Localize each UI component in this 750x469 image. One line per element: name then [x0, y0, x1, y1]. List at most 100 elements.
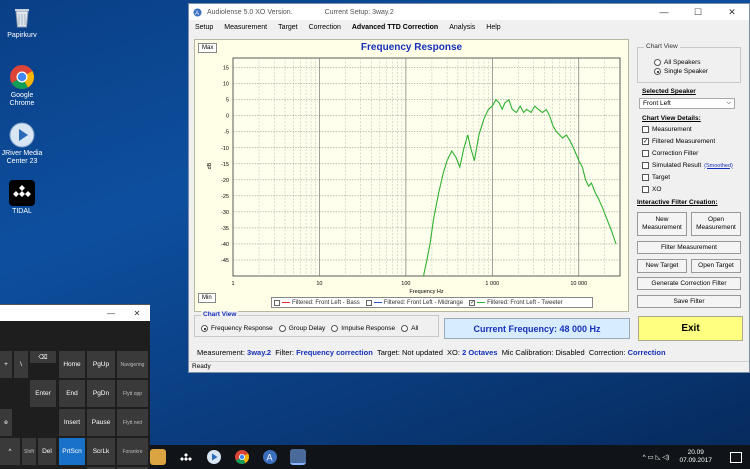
- menu-help[interactable]: Help: [486, 24, 500, 31]
- file-explorer-icon[interactable]: [150, 449, 166, 465]
- y-tick-label: -5: [224, 130, 229, 136]
- checkbox[interactable]: [642, 186, 649, 193]
- checkbox[interactable]: [642, 150, 649, 157]
- smoothed-link[interactable]: (Smoothed): [704, 163, 733, 169]
- osk-titlebar[interactable]: — ✕: [0, 305, 150, 321]
- key-dock[interactable]: Forankre: [117, 438, 148, 465]
- keyboard-taskbar-icon[interactable]: [290, 449, 306, 465]
- menu-setup[interactable]: Setup: [195, 24, 213, 31]
- chrome-taskbar-icon[interactable]: [234, 449, 250, 465]
- radio-frequency-response[interactable]: Frequency Response: [201, 325, 273, 332]
- legend-label-tweeter: Filtered: Front Left - Tweeter: [487, 299, 563, 306]
- check-xo[interactable]: XO: [642, 186, 661, 193]
- key-del[interactable]: Del: [38, 438, 56, 465]
- max-button[interactable]: Max: [198, 43, 218, 53]
- recycle-bin-icon: [9, 4, 35, 30]
- menu-measurement[interactable]: Measurement: [224, 24, 267, 31]
- key-up[interactable]: ^: [0, 438, 20, 465]
- window-titlebar[interactable]: A Audiolense 5.0 XO Version. Current Set…: [189, 4, 749, 20]
- current-frequency-display: Current Frequency: 48 000 Hz: [444, 318, 630, 339]
- status-filter: Frequency correction: [296, 348, 373, 357]
- open-target-button[interactable]: Open Target: [691, 259, 741, 273]
- desktop-icon-label: Papirkurv: [7, 32, 37, 39]
- radio-button[interactable]: [654, 59, 661, 66]
- key-pgdn[interactable]: PgDn: [87, 380, 115, 407]
- tray-icons[interactable]: ^ ▭ ◺ ◁): [643, 453, 670, 461]
- key-move-down[interactable]: Flytt ned: [117, 409, 148, 436]
- check-measurement[interactable]: Measurement: [642, 126, 692, 133]
- checkbox[interactable]: [642, 126, 649, 133]
- desktop-icon-jriver[interactable]: JRiver Media Center 23: [0, 122, 44, 166]
- generate-correction-filter-button[interactable]: Generate Correction Filter: [637, 277, 741, 290]
- key-pgup[interactable]: PgUp: [87, 351, 115, 378]
- radio-group-delay[interactable]: Group Delay: [278, 325, 325, 332]
- legend-checkbox-bass[interactable]: [274, 299, 280, 306]
- osk-close-button[interactable]: ✕: [124, 309, 150, 318]
- key-insert[interactable]: Insert: [59, 409, 85, 436]
- min-button[interactable]: Min: [198, 293, 216, 303]
- check-simulated-result[interactable]: Simulated Result (Smoothed): [642, 162, 733, 169]
- desktop-icon-tidal[interactable]: TIDAL: [0, 180, 44, 216]
- checkbox[interactable]: [642, 174, 649, 181]
- key-move-up[interactable]: Flytt opp: [117, 380, 148, 407]
- desktop-icon-chrome[interactable]: Google Chrome: [0, 64, 44, 108]
- new-measurement-button[interactable]: New Measurement: [637, 212, 687, 236]
- key-navigation[interactable]: Navigering: [117, 351, 148, 378]
- menu-analysis[interactable]: Analysis: [449, 24, 475, 31]
- key-end[interactable]: End: [59, 380, 85, 407]
- svg-text:A: A: [267, 453, 273, 463]
- radio-all-speakers[interactable]: All Speakers: [654, 59, 708, 66]
- new-target-button[interactable]: New Target: [637, 259, 687, 273]
- menu-advanced-ttd-correction[interactable]: Advanced TTD Correction: [352, 24, 438, 31]
- checkbox[interactable]: ✓: [642, 138, 649, 145]
- desktop-icon-label: TIDAL: [12, 208, 32, 215]
- radio-button[interactable]: [654, 68, 661, 75]
- legend-item-tweeter[interactable]: ✓ Filtered: Front Left - Tweeter: [469, 299, 563, 306]
- notification-icon[interactable]: [730, 451, 742, 463]
- radio-all[interactable]: All: [401, 325, 418, 332]
- jriver-taskbar-icon[interactable]: [206, 449, 222, 465]
- status-label: Correction:: [588, 348, 626, 357]
- maximize-button[interactable]: ☐: [681, 7, 715, 18]
- key-pause[interactable]: Pause: [87, 409, 115, 436]
- radio-button[interactable]: [331, 325, 339, 332]
- open-measurement-button[interactable]: Open Measurement: [691, 212, 741, 236]
- key-scrlk[interactable]: ScrLk: [87, 438, 115, 465]
- desktop-icon-recycle-bin[interactable]: Papirkurv: [0, 4, 44, 40]
- menu-target[interactable]: Target: [278, 24, 297, 31]
- legend-item-bass[interactable]: Filtered: Front Left - Bass: [274, 299, 360, 306]
- frequency-response-plot[interactable]: 15 10 5 0 -5 -10 -15 -20 -25 -30 -35 -40 -45 1 10 100 1 …: [195, 40, 628, 311]
- check-correction-filter[interactable]: Correction Filter: [642, 150, 698, 157]
- key-backslash[interactable]: \: [14, 351, 28, 378]
- key-e[interactable]: e: [0, 409, 12, 436]
- check-filtered-measurement[interactable]: ✓ Filtered Measurement: [642, 138, 715, 145]
- check-target[interactable]: Target: [642, 174, 670, 181]
- audiolense-taskbar-icon[interactable]: A: [262, 449, 278, 465]
- exit-button[interactable]: Exit: [638, 316, 743, 341]
- key-backspace[interactable]: ⌫: [30, 351, 56, 363]
- menu-correction[interactable]: Correction: [309, 24, 341, 31]
- radio-button[interactable]: [201, 325, 208, 332]
- radio-button[interactable]: [278, 325, 286, 332]
- filter-measurement-button[interactable]: Filter Measurement: [637, 241, 741, 254]
- legend-item-midrange[interactable]: Filtered: Front Left - Midrange: [365, 299, 463, 306]
- osk-minimize-button[interactable]: —: [98, 309, 124, 318]
- tidal-taskbar-icon[interactable]: [178, 449, 194, 465]
- key-home[interactable]: Home: [59, 351, 85, 378]
- checkbox[interactable]: [642, 162, 649, 169]
- minimize-button[interactable]: —: [647, 7, 681, 18]
- legend-checkbox-tweeter[interactable]: ✓: [469, 299, 475, 306]
- key-shift[interactable]: Shift: [22, 438, 36, 465]
- key-plus[interactable]: +: [0, 351, 12, 378]
- key-prtscn[interactable]: PrtScn: [59, 438, 85, 465]
- speaker-select[interactable]: Front Left ⌵: [639, 98, 735, 109]
- legend-checkbox-midrange[interactable]: [365, 299, 372, 306]
- radio-impulse-response[interactable]: Impulse Response: [331, 325, 395, 332]
- radio-button[interactable]: [401, 325, 409, 332]
- close-button[interactable]: ✕: [715, 7, 749, 18]
- desktop-icon-label: Google Chrome: [9, 92, 35, 107]
- radio-single-speaker[interactable]: Single Speaker: [654, 68, 708, 75]
- save-filter-button[interactable]: Save Filter: [637, 295, 741, 308]
- key-enter[interactable]: Enter: [30, 380, 56, 407]
- clock[interactable]: 20.09 07.09.2017: [679, 449, 712, 465]
